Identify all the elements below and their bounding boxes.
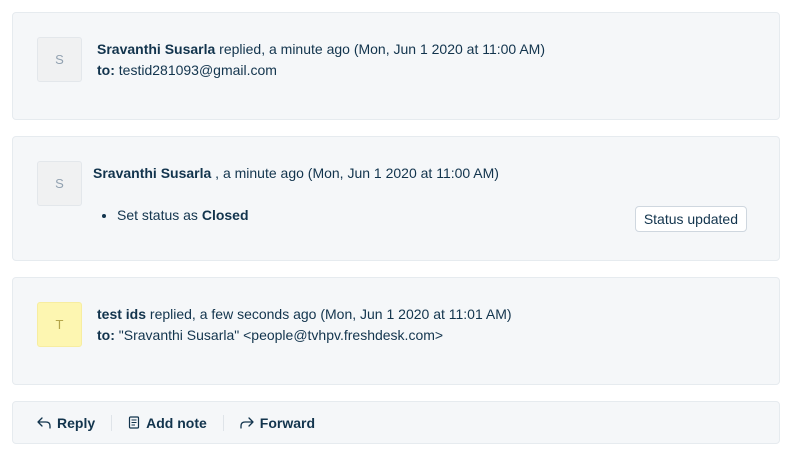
reply-button[interactable]: Reply: [37, 402, 95, 443]
to-value: testid281093@gmail.com: [118, 62, 277, 78]
conversation-activity: S Sravanthi Susarla , a minute ago (Mon,…: [12, 136, 780, 261]
status-updated-badge[interactable]: Status updated: [634, 206, 747, 232]
avatar: S: [37, 161, 82, 206]
conversation-header: Sravanthi Susarla , a minute ago (Mon, J…: [93, 164, 499, 182]
activity-value: Closed: [201, 207, 249, 223]
reply-action-bar: Reply Add note Forward: [12, 401, 780, 444]
reply-arrow-icon: [37, 416, 51, 429]
activity-text: Set status as: [117, 207, 202, 223]
reply-label: Reply: [57, 414, 96, 431]
forward-button[interactable]: Forward: [240, 402, 315, 443]
avatar: S: [37, 37, 82, 82]
to-value: "Sravanthi Susarla" <people@tvhpv.freshd…: [118, 327, 444, 343]
avatar: T: [37, 302, 82, 347]
activity-list: Set status as Closed: [101, 207, 249, 223]
conversation-header: Sravanthi Susarla replied, a minute ago …: [97, 40, 545, 58]
conversation-reply-2: T test ids replied, a few seconds ago (M…: [12, 277, 780, 385]
add-note-button[interactable]: Add note: [128, 402, 207, 443]
note-icon: [129, 416, 140, 429]
conversation-header: test ids replied, a few seconds ago (Mon…: [97, 305, 512, 323]
author-name[interactable]: Sravanthi Susarla: [93, 165, 211, 181]
to-label: to:: [97, 62, 115, 78]
forward-arrow-icon: [240, 416, 254, 429]
conversation-meta: replied, a few seconds ago (Mon, Jun 1 2…: [149, 306, 512, 322]
to-label: to:: [97, 327, 115, 343]
divider: [222, 414, 224, 431]
forward-label: Forward: [259, 414, 316, 431]
conversation-meta: , a minute ago (Mon, Jun 1 2020 at 11:00…: [215, 165, 499, 181]
add-note-label: Add note: [146, 414, 207, 431]
activity-item: Set status as Closed: [117, 207, 249, 223]
divider: [111, 414, 113, 431]
conversation-meta: replied, a minute ago (Mon, Jun 1 2020 a…: [219, 41, 545, 57]
conversation-reply-1: S Sravanthi Susarla replied, a minute ag…: [12, 12, 780, 120]
author-name[interactable]: Sravanthi Susarla: [97, 41, 215, 57]
recipient-line: to: testid281093@gmail.com: [97, 61, 277, 79]
recipient-line: to: "Sravanthi Susarla" <people@tvhpv.fr…: [97, 326, 443, 344]
author-name[interactable]: test ids: [97, 306, 146, 322]
